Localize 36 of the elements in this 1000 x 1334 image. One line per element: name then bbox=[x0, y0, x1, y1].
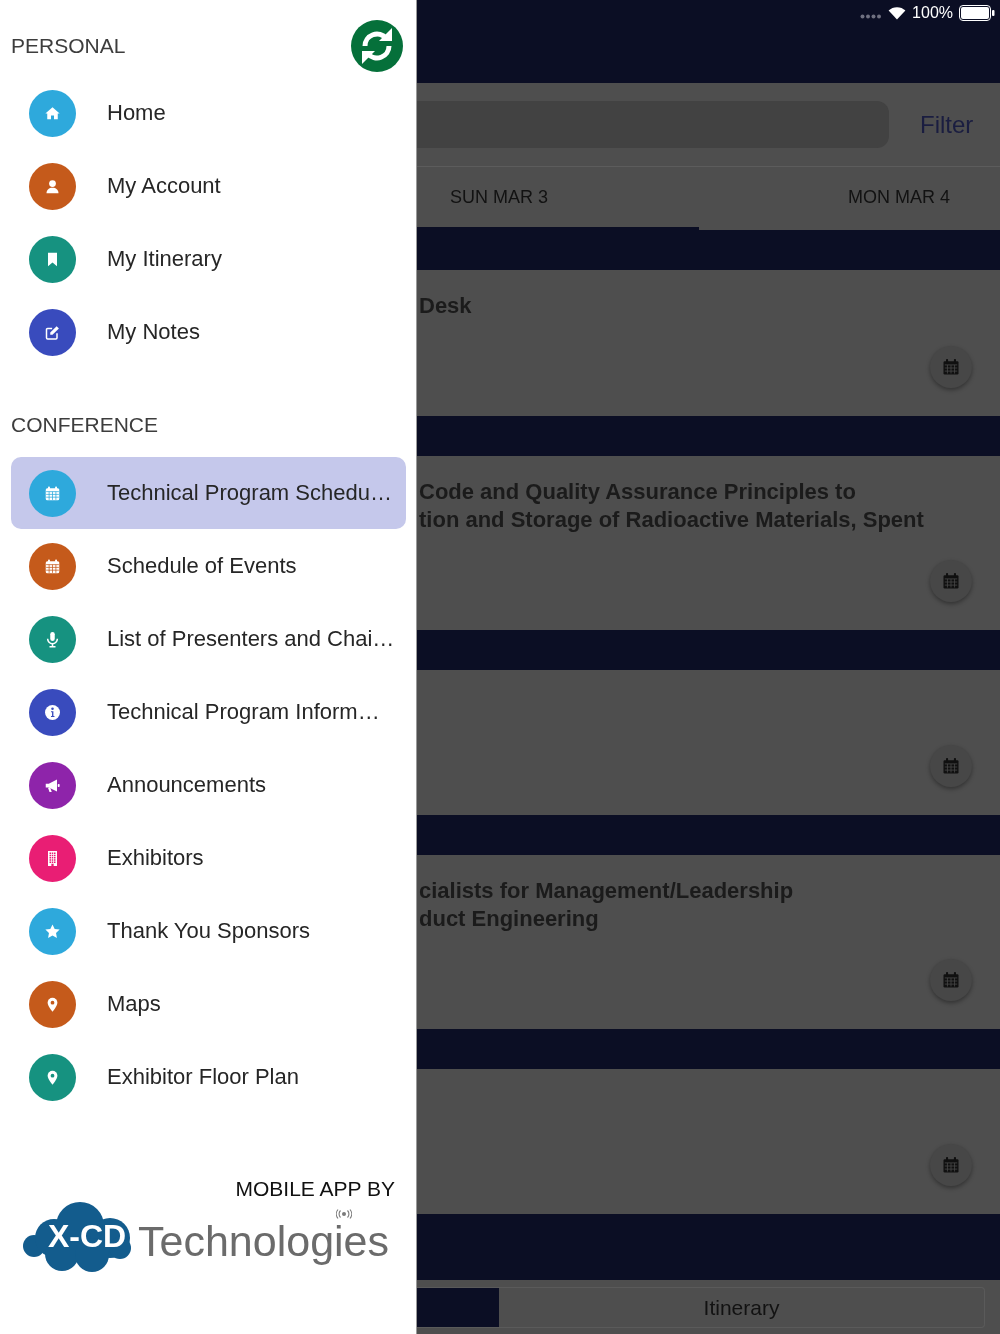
menu-item[interactable]: Technical Program Schedu… bbox=[11, 457, 406, 529]
menu-item[interactable]: My Itinerary bbox=[11, 223, 406, 295]
menu-item[interactable]: Maps bbox=[11, 968, 406, 1040]
search-field[interactable] bbox=[416, 101, 889, 148]
add-to-calendar-button[interactable] bbox=[930, 959, 972, 1001]
calendar-icon bbox=[941, 970, 961, 990]
logo-mark-text: X-CD bbox=[48, 1218, 127, 1254]
add-to-calendar-button[interactable] bbox=[930, 1144, 972, 1186]
section-header: PERSONAL bbox=[11, 34, 126, 58]
menu-item[interactable]: Home bbox=[11, 77, 406, 149]
calendar-icon bbox=[941, 756, 961, 776]
logo-wordmark: Technologies bbox=[138, 1218, 389, 1264]
credit-caption: MOBILE APP BY bbox=[235, 1178, 395, 1200]
menu-item[interactable]: Thank You Sponsors bbox=[11, 895, 406, 967]
battery-percent: 100% bbox=[912, 4, 953, 22]
calendar-icon bbox=[941, 571, 961, 591]
refresh-icon[interactable] bbox=[351, 20, 403, 72]
menu-item[interactable]: Technical Program Inform… bbox=[11, 676, 406, 748]
menu-item[interactable]: Exhibitors bbox=[11, 822, 406, 894]
menu-item[interactable]: Announcements bbox=[11, 749, 406, 821]
signal-icon bbox=[860, 14, 883, 19]
menu-item[interactable]: Schedule of Events bbox=[11, 530, 406, 602]
menu-item[interactable]: My Notes bbox=[11, 296, 406, 368]
menu-item[interactable]: List of Presenters and Chai… bbox=[11, 603, 406, 675]
menu-item[interactable]: My Account bbox=[11, 150, 406, 222]
add-to-calendar-button[interactable] bbox=[930, 560, 972, 602]
calendar-icon bbox=[941, 1155, 961, 1175]
broadcast-icon bbox=[336, 1209, 352, 1219]
section-header: CONFERENCE bbox=[11, 413, 158, 437]
calendar-icon bbox=[941, 357, 961, 377]
add-to-calendar-button[interactable] bbox=[930, 346, 972, 388]
battery-icon bbox=[959, 5, 995, 21]
add-to-calendar-button[interactable] bbox=[930, 745, 972, 787]
wifi-icon bbox=[888, 6, 907, 20]
cloud-icon bbox=[20, 1200, 132, 1272]
menu-item[interactable]: Exhibitor Floor Plan bbox=[11, 1041, 406, 1113]
